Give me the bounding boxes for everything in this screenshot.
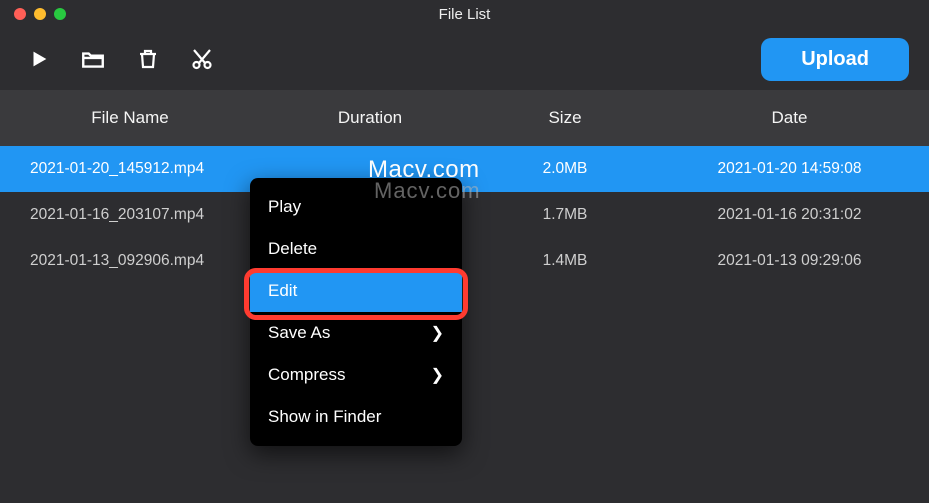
menu-label: Compress	[268, 365, 345, 385]
table-row[interactable]: 2021-01-13_092906.mp4 1.4MB 2021-01-13 0…	[0, 238, 929, 284]
cell-name: 2021-01-13_092906.mp4	[0, 252, 260, 270]
folder-icon[interactable]	[80, 46, 106, 72]
cell-name: 2021-01-20_145912.mp4	[0, 160, 260, 178]
menu-label: Save As	[268, 323, 330, 343]
cell-name: 2021-01-16_203107.mp4	[0, 206, 260, 224]
close-window-button[interactable]	[14, 8, 26, 20]
file-table: File Name Duration Size Date 2021-01-20_…	[0, 90, 929, 284]
header-name[interactable]: File Name	[0, 108, 260, 128]
titlebar: File List	[0, 0, 929, 28]
menu-item-play[interactable]: Play	[250, 186, 462, 228]
header-date[interactable]: Date	[650, 108, 929, 128]
cell-date: 2021-01-13 09:29:06	[650, 252, 929, 270]
menu-item-edit[interactable]: Edit	[250, 270, 462, 312]
menu-label: Edit	[268, 281, 297, 301]
menu-item-compress[interactable]: Compress ❯	[250, 354, 462, 396]
cell-size: 1.7MB	[480, 206, 650, 224]
window-title: File List	[0, 6, 929, 23]
table-header-row: File Name Duration Size Date	[0, 90, 929, 146]
cell-date: 2021-01-16 20:31:02	[650, 206, 929, 224]
menu-item-save-as[interactable]: Save As ❯	[250, 312, 462, 354]
chevron-right-icon: ❯	[431, 365, 444, 385]
menu-label: Play	[268, 197, 301, 217]
maximize-window-button[interactable]	[54, 8, 66, 20]
table-row[interactable]: 2021-01-20_145912.mp4 2.0MB 2021-01-20 1…	[0, 146, 929, 192]
cell-date: 2021-01-20 14:59:08	[650, 160, 929, 178]
upload-button[interactable]: Upload	[761, 38, 909, 81]
toolbar: Upload	[0, 28, 929, 90]
header-duration[interactable]: Duration	[260, 108, 480, 128]
menu-label: Show in Finder	[268, 407, 381, 427]
cell-size: 1.4MB	[480, 252, 650, 270]
header-size[interactable]: Size	[480, 108, 650, 128]
cut-icon[interactable]	[190, 47, 214, 71]
menu-item-delete[interactable]: Delete	[250, 228, 462, 270]
trash-icon[interactable]	[136, 47, 160, 71]
table-row[interactable]: 2021-01-16_203107.mp4 1.7MB 2021-01-16 2…	[0, 192, 929, 238]
play-icon[interactable]	[28, 48, 50, 70]
minimize-window-button[interactable]	[34, 8, 46, 20]
chevron-right-icon: ❯	[431, 323, 444, 343]
menu-label: Delete	[268, 239, 317, 259]
menu-item-show-in-finder[interactable]: Show in Finder	[250, 396, 462, 438]
cell-size: 2.0MB	[480, 160, 650, 178]
context-menu: Play Delete Edit Save As ❯ Compress ❯ Show…	[250, 178, 462, 446]
window-controls	[14, 8, 66, 20]
